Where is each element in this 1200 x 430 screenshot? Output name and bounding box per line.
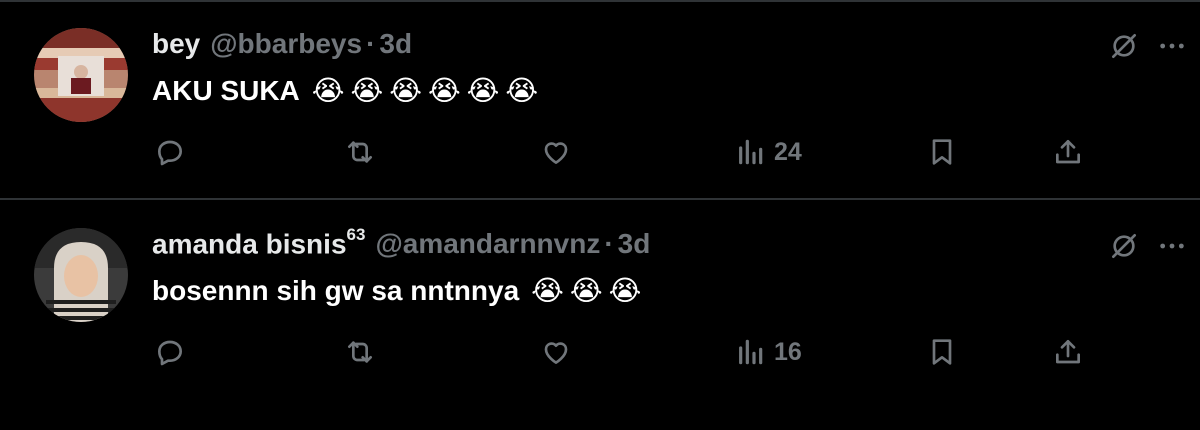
- share-button[interactable]: [1052, 332, 1084, 372]
- like-button[interactable]: [540, 132, 572, 172]
- tweet-header: amanda bisnis63 @amandarnnvnz · 3d: [152, 225, 651, 262]
- separator-dot: ·: [604, 228, 614, 260]
- retweet-button[interactable]: [344, 332, 376, 372]
- bookmark-icon: [932, 139, 952, 165]
- crying-emoji: 😭: [350, 75, 384, 106]
- tweet-header: bey @bbarbeys · 3d: [152, 28, 412, 62]
- view-count: 24: [774, 137, 802, 166]
- views-icon: [739, 339, 763, 365]
- name-superscript: 63: [346, 225, 366, 244]
- tweet-text: AKU SUKA 😭 😭 😭 😭 😭 😭: [152, 74, 538, 107]
- action-bar: 16: [0, 332, 1200, 372]
- share-icon: [1056, 140, 1080, 164]
- reply-icon: [158, 340, 182, 366]
- emoji-row: 😭 😭 😭 😭 😭 😭: [312, 74, 538, 107]
- like-icon: [544, 142, 568, 164]
- crying-emoji: 😭: [505, 75, 539, 106]
- username-handle[interactable]: @amandarnnvnz: [375, 228, 600, 260]
- retweet-button[interactable]: [344, 132, 376, 172]
- action-bar: 24: [0, 132, 1200, 172]
- reply-icon: [158, 140, 182, 166]
- reply-tweet[interactable]: amanda bisnis63 @amandarnnvnz · 3d bosen…: [0, 200, 1200, 430]
- more-icon[interactable]: [1156, 30, 1188, 62]
- crying-emoji: 😭: [569, 275, 603, 306]
- crying-emoji: 😭: [389, 75, 422, 106]
- emoji-row: 😭 😭 😭: [531, 274, 641, 307]
- display-name[interactable]: bey: [152, 28, 200, 60]
- crying-emoji: 😭: [427, 75, 461, 106]
- crying-emoji: 😭: [311, 75, 345, 106]
- mute-icon[interactable]: [1108, 230, 1140, 262]
- bookmark-button[interactable]: [926, 132, 958, 172]
- retweet-icon: [348, 341, 372, 363]
- like-button[interactable]: [540, 332, 572, 372]
- views-icon: [739, 139, 763, 165]
- reply-tweet[interactable]: bey @bbarbeys · 3d AKU SUKA 😭 😭 😭 😭 😭 😭: [0, 0, 1200, 198]
- avatar[interactable]: [34, 28, 128, 122]
- tweet-text-content: bosennn sih gw sa nntnnya: [152, 274, 520, 306]
- share-button[interactable]: [1052, 132, 1084, 172]
- views-button[interactable]: 16: [734, 332, 802, 372]
- separator-dot: ·: [366, 28, 376, 59]
- more-icon[interactable]: [1156, 230, 1188, 262]
- crying-emoji: 😭: [608, 275, 642, 306]
- bookmark-button[interactable]: [926, 332, 958, 372]
- views-button[interactable]: 24: [734, 132, 802, 172]
- tweet-text: bosennn sih gw sa nntnnya 😭 😭 😭: [152, 274, 641, 307]
- bookmark-icon: [932, 339, 952, 365]
- tweet-text-content: AKU SUKA: [152, 74, 300, 106]
- crying-emoji: 😭: [531, 275, 564, 306]
- retweet-icon: [348, 141, 372, 163]
- like-icon: [544, 342, 568, 364]
- reply-button[interactable]: [154, 132, 186, 172]
- timestamp[interactable]: 3d: [379, 28, 412, 60]
- mute-icon[interactable]: [1108, 30, 1140, 62]
- avatar[interactable]: [34, 228, 128, 322]
- view-count: 16: [774, 337, 802, 366]
- timestamp[interactable]: 3d: [618, 228, 651, 260]
- username-handle[interactable]: @bbarbeys: [210, 28, 362, 60]
- crying-emoji: 😭: [466, 75, 500, 106]
- display-name[interactable]: amanda bisnis63: [152, 225, 366, 260]
- share-icon: [1056, 340, 1080, 364]
- reply-button[interactable]: [154, 332, 186, 372]
